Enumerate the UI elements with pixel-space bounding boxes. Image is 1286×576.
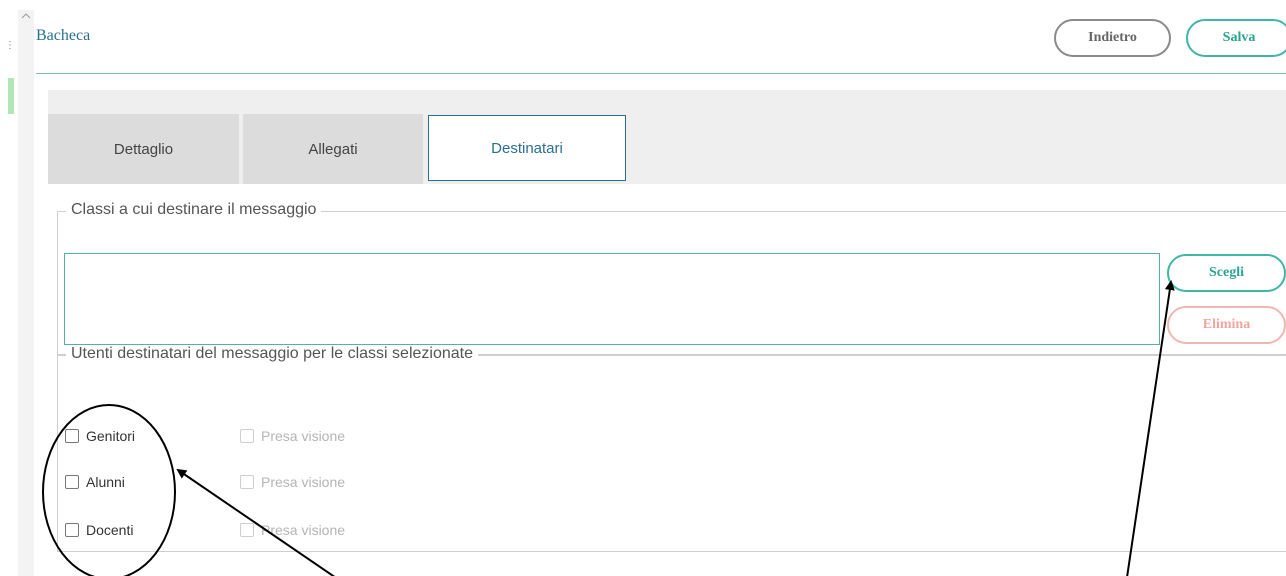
header-divider [36, 73, 1286, 74]
genitori-checkbox[interactable] [65, 429, 79, 443]
tab-dettaglio[interactable]: Dettaglio [48, 114, 239, 184]
tab-allegati[interactable]: Allegati [243, 114, 423, 184]
genitori-presa-visione[interactable]: Presa visione [240, 426, 345, 446]
page-title: Bacheca [36, 27, 91, 44]
docenti-checkbox[interactable] [65, 523, 79, 537]
alunni-presa-checkbox[interactable] [240, 475, 254, 489]
active-section-indicator [8, 78, 14, 114]
presa-visione-label: Presa visione [261, 474, 346, 490]
utenti-legend: Utenti destinatari del messaggio per le … [66, 345, 478, 363]
docenti-row[interactable]: Docenti [65, 520, 133, 540]
docenti-presa-checkbox[interactable] [240, 523, 254, 537]
alunni-row[interactable]: Alunni [65, 472, 125, 492]
classi-legend: Classi a cui destinare il messaggio [66, 201, 322, 219]
genitori-presa-checkbox[interactable] [240, 429, 254, 443]
alunni-presa-visione[interactable]: Presa visione [240, 472, 345, 492]
genitori-label: Genitori [86, 428, 136, 444]
presa-visione-label: Presa visione [261, 522, 346, 538]
left-strip: ⋮ [0, 0, 36, 576]
header: Bacheca Indietro Salva [36, 0, 1286, 74]
alunni-checkbox[interactable] [65, 475, 79, 489]
scegli-button[interactable]: Scegli [1167, 254, 1286, 292]
tab-bar: Dettaglio Allegati Destinatari [48, 90, 1286, 184]
save-button[interactable]: Salva [1186, 19, 1286, 57]
tab-destinatari[interactable]: Destinatari [428, 115, 626, 181]
presa-visione-label: Presa visione [261, 428, 346, 444]
scrollbar-track[interactable] [18, 10, 34, 576]
alunni-label: Alunni [86, 474, 125, 490]
elimina-button[interactable]: Elimina [1167, 306, 1286, 344]
genitori-row[interactable]: Genitori [65, 426, 135, 446]
back-button[interactable]: Indietro [1054, 19, 1171, 57]
docenti-presa-visione[interactable]: Presa visione [240, 520, 345, 540]
docenti-label: Docenti [86, 522, 134, 538]
sidebar-marker-icon: ⋮ [5, 40, 15, 51]
scroll-up-arrow-icon[interactable] [20, 10, 32, 22]
selected-classes-box[interactable] [64, 253, 1160, 345]
